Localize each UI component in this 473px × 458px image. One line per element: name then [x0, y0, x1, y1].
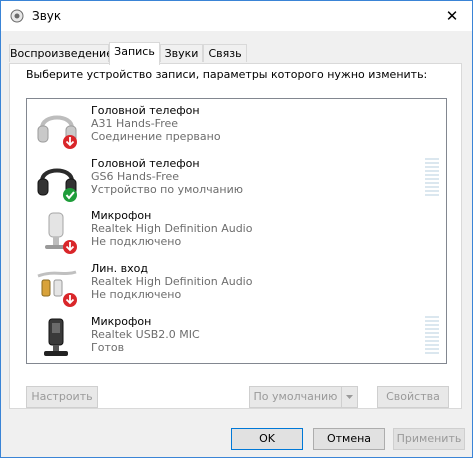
button-label: OK: [259, 432, 275, 445]
device-name: Микрофон: [91, 315, 152, 328]
device-status: Устройство по умолчанию: [91, 183, 244, 196]
device-status: Соединение прервано: [91, 130, 221, 143]
tab-sounds[interactable]: Звуки: [160, 44, 203, 62]
device-name: Лин. вход: [91, 262, 148, 275]
tab-label: Звуки: [164, 47, 199, 60]
device-item-usb-microphone[interactable]: Микрофон Realtek USB2.0 MIC Готов: [27, 311, 446, 363]
device-status: Не подключено: [91, 235, 182, 248]
device-driver: Realtek High Definition Audio: [91, 275, 253, 288]
properties-button[interactable]: Свойства: [377, 386, 449, 408]
device-name: Головной телефон: [91, 157, 200, 170]
button-label: Настроить: [31, 390, 93, 403]
device-status: Готов: [91, 341, 125, 354]
chevron-down-icon: [346, 395, 353, 399]
recording-panel: Выберите устройство записи, параметры ко…: [9, 63, 462, 409]
button-label: Свойства: [386, 390, 440, 403]
microphone-icon: [45, 212, 77, 254]
button-label: По умолчанию: [253, 390, 338, 403]
tab-recording[interactable]: Запись: [109, 42, 160, 65]
device-driver: A31 Hands-Free: [91, 117, 179, 130]
title-bar[interactable]: Звук ✕: [1, 1, 472, 31]
level-meter: [425, 158, 439, 198]
tab-playback[interactable]: Воспроизведение: [9, 44, 113, 62]
set-default-dropdown[interactable]: [341, 387, 357, 407]
device-driver: Realtek High Definition Audio: [91, 222, 253, 235]
tab-label: Воспроизведение: [10, 47, 113, 60]
button-label: Отмена: [326, 432, 372, 445]
apply-button[interactable]: Применить: [393, 428, 465, 450]
device-driver: Realtek USB2.0 MIC: [91, 328, 200, 341]
set-default-button[interactable]: По умолчанию: [249, 386, 358, 408]
cancel-button[interactable]: Отмена: [313, 428, 385, 450]
sound-dialog: Звук ✕ Воспроизведение Запись Звуки Связ…: [0, 0, 473, 458]
speaker-icon: [10, 9, 24, 23]
device-item-gs6-headset[interactable]: Головной телефон GS6 Hands-Free Устройст…: [27, 153, 446, 206]
button-label: Применить: [396, 432, 462, 445]
headset-icon: [37, 115, 77, 149]
device-driver: GS6 Hands-Free: [91, 170, 180, 183]
device-list[interactable]: Головной телефон A31 Hands-Free Соединен…: [26, 98, 447, 364]
ok-button[interactable]: OK: [231, 428, 303, 450]
window-title: Звук: [32, 9, 62, 23]
device-name: Микрофон: [91, 209, 152, 222]
level-meter: [425, 316, 439, 356]
tab-label: Запись: [114, 45, 155, 58]
device-item-line-in[interactable]: Лин. вход Realtek High Definition Audio …: [27, 258, 446, 311]
line-in-cable-icon: [37, 270, 77, 307]
close-icon: ✕: [445, 7, 459, 25]
device-status: Не подключено: [91, 288, 182, 301]
configure-button[interactable]: Настроить: [26, 386, 98, 408]
tab-label: Связь: [208, 47, 242, 60]
device-item-realtek-microphone[interactable]: Микрофон Realtek High Definition Audio Н…: [27, 205, 446, 258]
headset-icon: [37, 168, 77, 202]
device-item-a31-headset[interactable]: Головной телефон A31 Hands-Free Соединен…: [27, 100, 446, 153]
close-button[interactable]: ✕: [432, 1, 472, 31]
default-check-badge: [63, 188, 77, 202]
usb-microphone-icon: [44, 318, 68, 356]
instruction-text: Выберите устройство записи, параметры ко…: [26, 68, 428, 81]
device-name: Головной телефон: [91, 104, 200, 117]
tab-communications[interactable]: Связь: [203, 44, 247, 62]
